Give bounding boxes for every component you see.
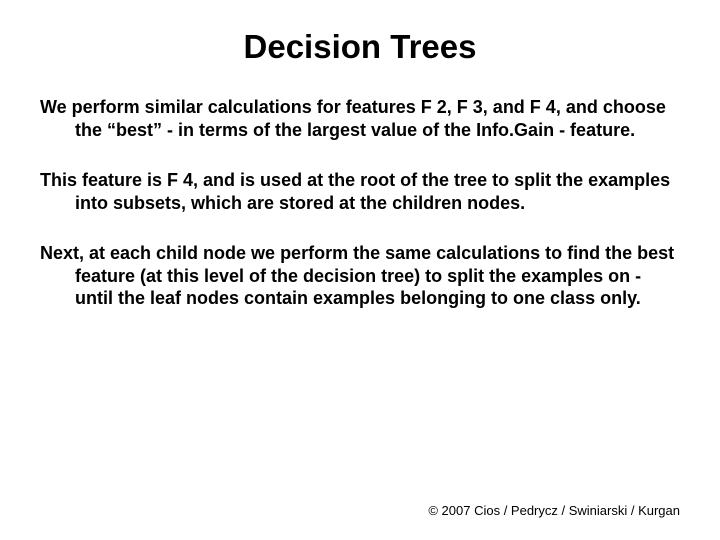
slide-title: Decision Trees [40,28,680,66]
slide: Decision Trees We perform similar calcul… [0,0,720,540]
copyright-footer: © 2007 Cios / Pedrycz / Swiniarski / Kur… [428,503,680,518]
paragraph-1: We perform similar calculations for feat… [40,96,680,141]
paragraph-3: Next, at each child node we perform the … [40,242,680,310]
paragraph-2: This feature is F 4, and is used at the … [40,169,680,214]
